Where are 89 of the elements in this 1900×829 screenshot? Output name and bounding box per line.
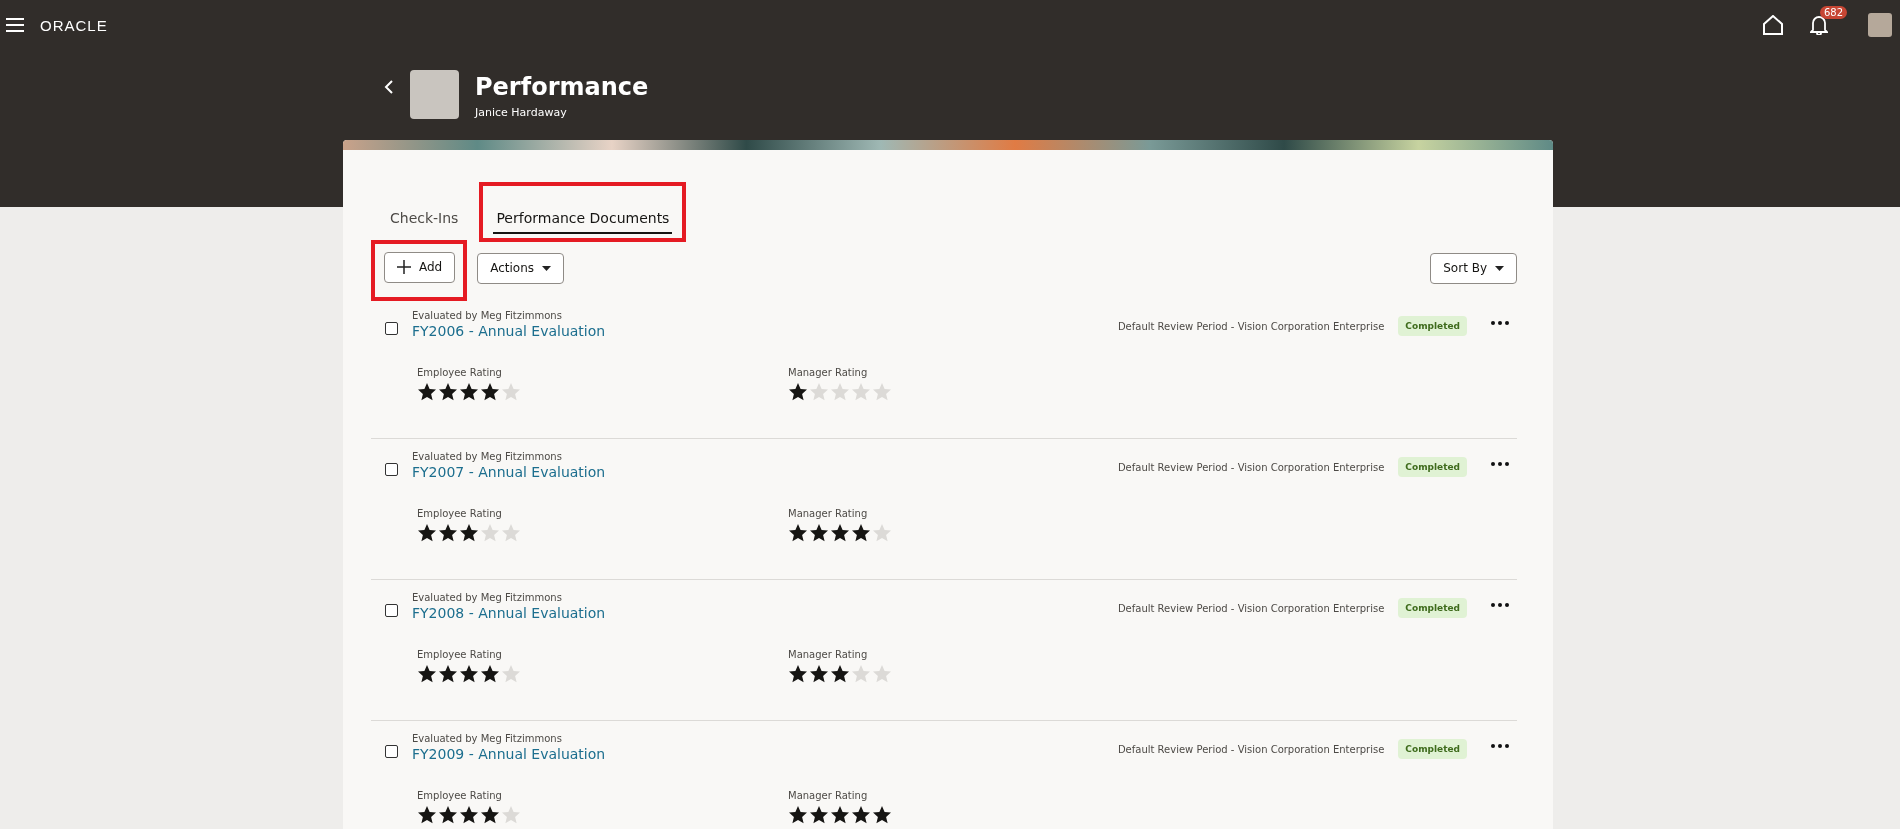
profile-photo-placeholder (410, 70, 459, 119)
page-title: Performance (475, 73, 649, 101)
more-options-icon[interactable] (1491, 321, 1509, 325)
star-icon (788, 523, 808, 542)
oracle-logo[interactable]: ORACLE (40, 16, 108, 34)
select-checkbox[interactable] (385, 322, 398, 335)
star-icon (438, 382, 458, 401)
star-icon (417, 382, 437, 401)
star-icon (830, 805, 850, 824)
star-icon (459, 664, 479, 683)
back-icon[interactable] (384, 80, 394, 94)
star-icon (830, 382, 850, 401)
star-icon (830, 523, 850, 542)
review-period-text: Default Review Period - Vision Corporation Enterprise (1117, 744, 1385, 755)
notification-count-badge: 682 (1820, 6, 1848, 19)
rating-label: Employee Rating (417, 367, 503, 378)
notification-bell-icon[interactable] (1810, 15, 1828, 35)
home-icon[interactable] (1762, 15, 1784, 35)
more-options-icon[interactable] (1491, 744, 1509, 748)
actions-menu-button[interactable]: Actions (477, 252, 565, 284)
select-checkbox[interactable] (385, 604, 398, 617)
rating-label: Manager Rating (788, 367, 869, 378)
star-icon (851, 523, 871, 542)
rating-label: Manager Rating (788, 790, 869, 801)
star-icon (872, 664, 892, 683)
star-icon (788, 664, 808, 683)
star-icon (872, 523, 892, 542)
select-checkbox[interactable] (385, 745, 398, 758)
star-icon (830, 664, 850, 683)
evaluator-text: Evaluated by Meg Fitzimmons (412, 592, 563, 603)
caret-icon (542, 265, 552, 271)
star-icon (459, 523, 479, 542)
star-icon (459, 805, 479, 824)
rating-label: Manager Rating (788, 649, 869, 660)
status-badge: Completed (1398, 598, 1467, 618)
star-icon (480, 664, 500, 683)
star-icon (501, 382, 521, 401)
select-checkbox[interactable] (385, 463, 398, 476)
more-options-icon[interactable] (1491, 603, 1509, 607)
star-icon (872, 382, 892, 401)
star-icon (438, 664, 458, 683)
document-title-link[interactable]: FY2008 - Annual Evaluation (412, 605, 606, 621)
status-badge: Completed (1398, 316, 1467, 336)
status-badge: Completed (1398, 457, 1467, 477)
rating-label: Manager Rating (788, 508, 869, 519)
evaluator-text: Evaluated by Meg Fitzimmons (412, 310, 563, 321)
person-name: Janice Hardaway (475, 106, 568, 119)
star-icon (501, 664, 521, 683)
star-icon (809, 523, 829, 542)
evaluator-text: Evaluated by Meg Fitzimmons (412, 451, 563, 462)
star-icon (851, 805, 871, 824)
review-period-text: Default Review Period - Vision Corporation Enterprise (1117, 603, 1385, 614)
caret-icon (1495, 265, 1504, 271)
star-icon (480, 523, 500, 542)
rating-label: Employee Rating (417, 790, 503, 801)
star-icon (809, 664, 829, 683)
sort-by-button[interactable]: Sort By (1430, 252, 1517, 284)
star-icon (417, 805, 437, 824)
star-icon (417, 523, 437, 542)
status-badge: Completed (1398, 739, 1467, 759)
star-icon (809, 805, 829, 824)
star-icon (872, 805, 892, 824)
star-icon (459, 382, 479, 401)
rating-label: Employee Rating (417, 508, 503, 519)
review-period-text: Default Review Period - Vision Corporation Enterprise (1117, 462, 1385, 473)
star-icon (438, 805, 458, 824)
evaluator-text: Evaluated by Meg Fitzimmons (412, 733, 563, 744)
add-button[interactable]: Add (384, 251, 456, 283)
star-icon (851, 382, 871, 401)
star-icon (501, 523, 521, 542)
star-icon (501, 805, 521, 824)
menu-icon[interactable] (6, 18, 24, 32)
star-icon (788, 805, 808, 824)
star-icon (438, 523, 458, 542)
more-options-icon[interactable] (1491, 462, 1509, 466)
review-period-text: Default Review Period - Vision Corporation Enterprise (1117, 321, 1385, 332)
tab[interactable]: Performance Documents (493, 206, 673, 234)
star-icon (809, 382, 829, 401)
document-title-link[interactable]: FY2006 - Annual Evaluation (412, 323, 606, 339)
document-title-link[interactable]: FY2009 - Annual Evaluation (412, 746, 606, 762)
star-icon (788, 382, 808, 401)
plus-icon (397, 260, 411, 274)
rating-label: Employee Rating (417, 649, 503, 660)
star-icon (417, 664, 437, 683)
star-icon (480, 805, 500, 824)
tab[interactable]: Check-Ins (387, 206, 462, 234)
star-icon (851, 664, 871, 683)
document-title-link[interactable]: FY2007 - Annual Evaluation (412, 464, 606, 480)
star-icon (480, 382, 500, 401)
